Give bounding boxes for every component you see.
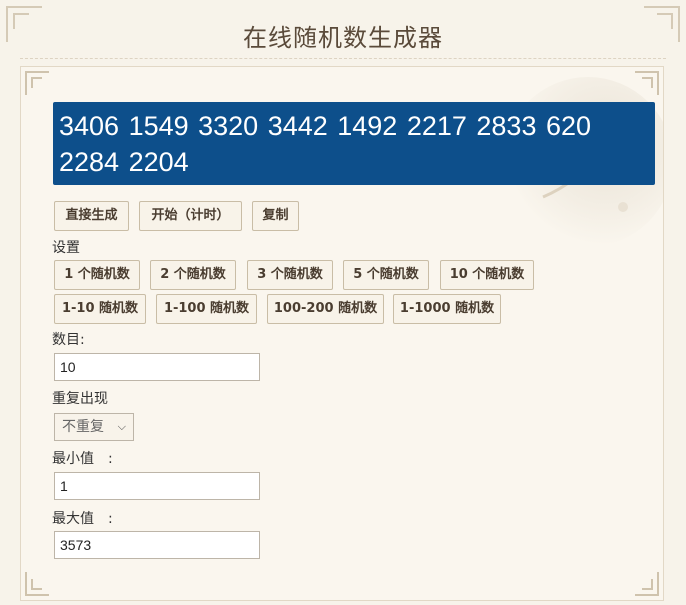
panel-corner-bottom-right [635, 572, 659, 596]
title-divider [20, 58, 666, 59]
max-input[interactable]: 3573 [54, 531, 260, 559]
preset-5-button[interactable]: 5 个随机数 [343, 260, 429, 290]
repeat-select-value: 不重复 [62, 419, 104, 435]
generate-button[interactable]: 直接生成 [54, 201, 129, 231]
result-display: 3406 1549 3320 3442 1492 2217 2833 620 2… [53, 102, 655, 185]
range-100-200-button[interactable]: 100-200 随机数 [267, 294, 384, 324]
repeat-select[interactable]: 不重复 ⌵ [54, 413, 134, 441]
range-1-10-button[interactable]: 1-10 随机数 [54, 294, 146, 324]
repeat-label: 重复出现 [52, 391, 108, 407]
start-timer-button[interactable]: 开始（计时） [139, 201, 242, 231]
panel-corner-top-left [25, 71, 49, 95]
range-1-100-button[interactable]: 1-100 随机数 [156, 294, 257, 324]
range-1-1000-button[interactable]: 1-1000 随机数 [393, 294, 501, 324]
count-input[interactable]: 10 [54, 353, 260, 381]
min-input[interactable]: 1 [54, 472, 260, 500]
copy-button[interactable]: 复制 [252, 201, 299, 231]
panel-corner-bottom-left [25, 572, 49, 596]
preset-1-button[interactable]: 1 个随机数 [54, 260, 140, 290]
page-title: 在线随机数生成器 [243, 24, 443, 52]
max-label: 最大值 : [52, 511, 113, 527]
preset-10-button[interactable]: 10 个随机数 [440, 260, 534, 290]
preset-2-button[interactable]: 2 个随机数 [150, 260, 236, 290]
chevron-down-icon: ⌵ [117, 420, 126, 433]
generator-panel: 3406 1549 3320 3442 1492 2217 2833 620 2… [20, 66, 664, 601]
preset-3-button[interactable]: 3 个随机数 [247, 260, 333, 290]
min-label: 最小值 : [52, 451, 113, 467]
settings-heading: 设置 [52, 240, 80, 256]
count-label: 数目: [52, 332, 85, 348]
